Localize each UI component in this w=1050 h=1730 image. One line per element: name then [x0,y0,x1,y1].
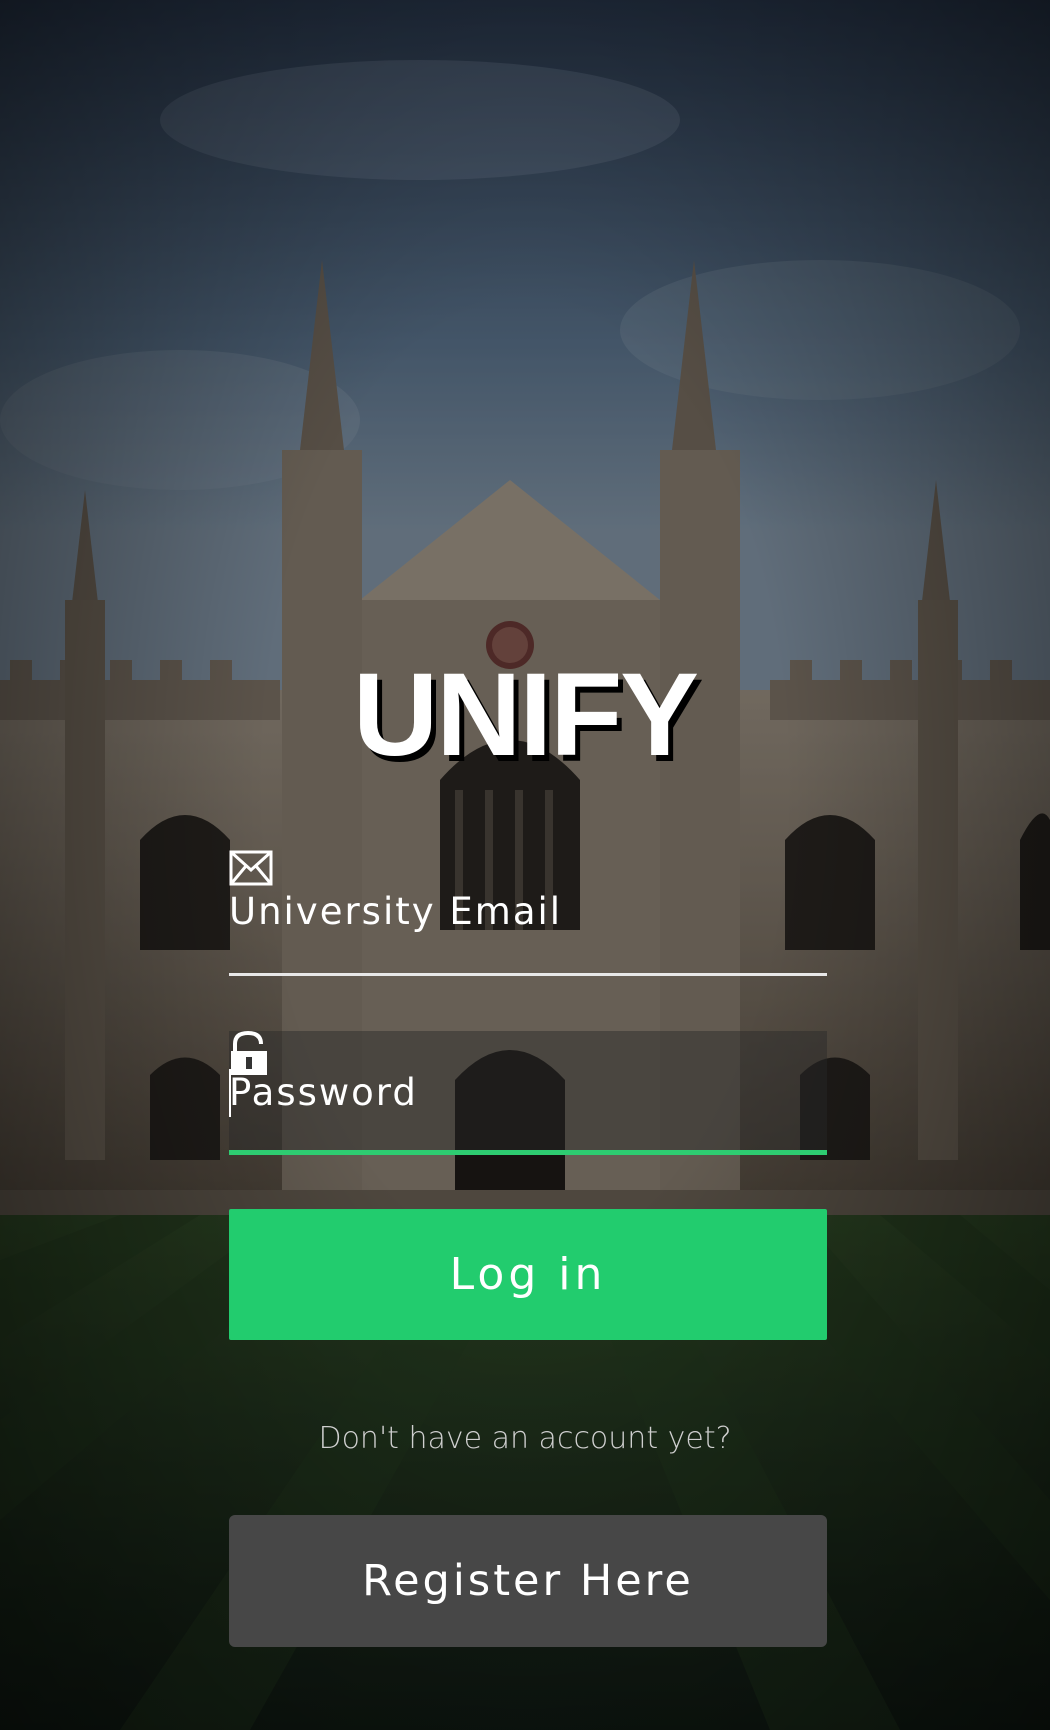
password-field[interactable]: Password [229,1030,831,1157]
register-prompt: Don't have an account yet? [318,1421,732,1456]
email-underline [229,973,827,976]
register-button[interactable]: Register Here [229,1515,827,1647]
email-field[interactable]: University Email [229,848,831,978]
email-input[interactable] [229,848,831,978]
password-input[interactable] [229,1031,831,1157]
password-underline [229,1150,827,1155]
login-button[interactable]: Log in [229,1209,827,1340]
app-title: UNIFY [353,649,699,781]
